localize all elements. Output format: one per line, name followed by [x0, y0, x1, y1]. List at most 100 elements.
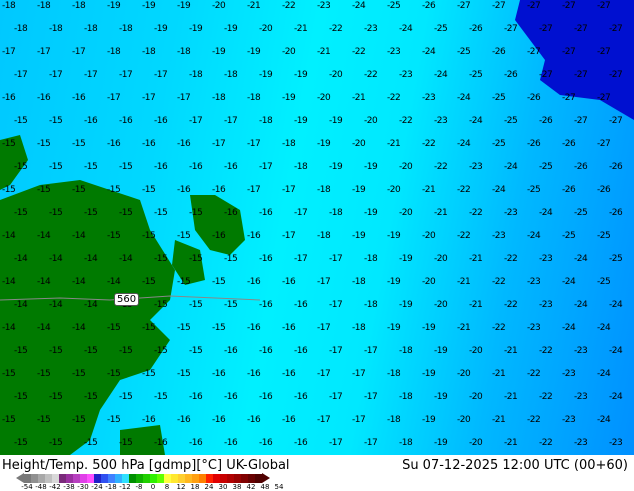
temperature-label: -14 [49, 300, 63, 310]
temperature-label: -15 [49, 208, 63, 218]
temperature-label: -25 [562, 231, 576, 241]
temperature-label: -15 [84, 438, 98, 448]
temperature-label: -15 [119, 208, 133, 218]
temperature-label: -22 [469, 208, 483, 218]
scale-swatch [220, 473, 227, 483]
temperature-label: -14 [37, 231, 51, 241]
temperature-label: -19 [259, 70, 273, 80]
temperature-label: -19 [329, 116, 343, 126]
temperature-label: -17 [119, 70, 133, 80]
temperature-label: -25 [504, 116, 518, 126]
scale-right-arrow [262, 473, 270, 483]
temperature-label: -17 [154, 70, 168, 80]
scale-swatch [185, 473, 192, 483]
temperature-label: -17 [294, 208, 308, 218]
temperature-label: -15 [119, 392, 133, 402]
temperature-label: -15 [49, 438, 63, 448]
scale-swatch [59, 473, 66, 483]
temperature-label: -15 [189, 300, 203, 310]
temperature-label: -16 [294, 392, 308, 402]
temperature-label: -27 [609, 70, 623, 80]
weather-map[interactable]: -18 -18 -18 -19 -19 -19 -20 -21 -22 -23 -24 -25 -26 -… [0, 0, 634, 455]
temperature-label: -23 [539, 300, 553, 310]
temperature-label: -14 [2, 277, 16, 287]
scale-swatch [178, 473, 185, 483]
temperature-label: -15 [189, 346, 203, 356]
temperature-label: -25 [597, 231, 611, 241]
temperature-label: -24 [492, 185, 506, 195]
temperature-label: -20 [317, 93, 331, 103]
temperature-label: -16 [2, 93, 16, 103]
temperature-label: -15 [142, 323, 156, 333]
temperature-label: -23 [574, 438, 588, 448]
temperature-label: -16 [72, 93, 86, 103]
temperature-label: -21 [352, 93, 366, 103]
temperature-label: -16 [224, 438, 238, 448]
temperature-label: -20 [457, 415, 471, 425]
temperature-label: -26 [492, 47, 506, 57]
temperature-label: -20 [434, 300, 448, 310]
temperature-label: -18 [107, 47, 121, 57]
temperature-label: -18 [14, 24, 28, 34]
temperature-label: -19 [224, 24, 238, 34]
temperature-label: -15 [119, 162, 133, 172]
temperature-label: -16 [84, 116, 98, 126]
temperature-label: -18 [282, 139, 296, 149]
temperature-label: -22 [539, 438, 553, 448]
temperature-label: -27 [562, 1, 576, 11]
temperature-label: -17 [212, 139, 226, 149]
scale-swatch [227, 473, 234, 483]
temperature-label: -27 [562, 93, 576, 103]
temperature-label: -16 [154, 162, 168, 172]
temperature-label: -22 [364, 70, 378, 80]
temperature-label: -16 [259, 300, 273, 310]
temperature-label: -24 [539, 208, 553, 218]
scale-swatch [66, 473, 73, 483]
temperature-label: -15 [212, 323, 226, 333]
temperature-label: -21 [422, 185, 436, 195]
scale-swatch [87, 473, 94, 483]
temperature-label: -24 [609, 346, 623, 356]
temperature-label: -15 [154, 392, 168, 402]
temperature-label: -24 [352, 1, 366, 11]
temperature-label: -21 [504, 346, 518, 356]
temperature-label: -14 [37, 323, 51, 333]
temperature-label: -15 [119, 438, 133, 448]
temperature-label: -15 [177, 231, 191, 241]
temperature-label: -15 [84, 346, 98, 356]
temperature-label: -21 [492, 415, 506, 425]
temperature-label: -24 [574, 254, 588, 264]
temperature-label: -24 [457, 93, 471, 103]
temperature-label: -18 [399, 438, 413, 448]
temperature-label: -17 [317, 323, 331, 333]
temperature-label: -23 [399, 70, 413, 80]
temperature-label: -15 [142, 185, 156, 195]
temperature-label: -16 [189, 162, 203, 172]
temperature-label: -25 [434, 24, 448, 34]
temperature-label: -22 [504, 300, 518, 310]
temperature-label: -25 [469, 70, 483, 80]
temperature-label: -22 [282, 1, 296, 11]
temperature-label: -18 [259, 116, 273, 126]
temperature-label: -26 [469, 24, 483, 34]
temperature-label: -19 [422, 369, 436, 379]
temperature-label: -16 [177, 185, 191, 195]
temperature-label: -18 [189, 70, 203, 80]
temperature-label: -20 [364, 116, 378, 126]
temperature-label: -18 [142, 47, 156, 57]
scale-swatch [52, 473, 59, 483]
temperature-label: -18 [317, 231, 331, 241]
temperature-label: -21 [247, 1, 261, 11]
temperature-label: -18 [387, 369, 401, 379]
temperature-label: -16 [212, 185, 226, 195]
temperature-label: -15 [37, 415, 51, 425]
temperature-label: -18 [317, 185, 331, 195]
temperature-label: -21 [504, 438, 518, 448]
valid-time: Su 07-12-2025 12:00 UTC (00+60) [402, 458, 628, 473]
scale-swatch [157, 473, 164, 483]
temperature-label: -22 [539, 346, 553, 356]
temperature-label: -21 [387, 139, 401, 149]
temperature-label: -17 [352, 415, 366, 425]
temperature-label: -18 [177, 47, 191, 57]
temperature-label: -19 [154, 24, 168, 34]
